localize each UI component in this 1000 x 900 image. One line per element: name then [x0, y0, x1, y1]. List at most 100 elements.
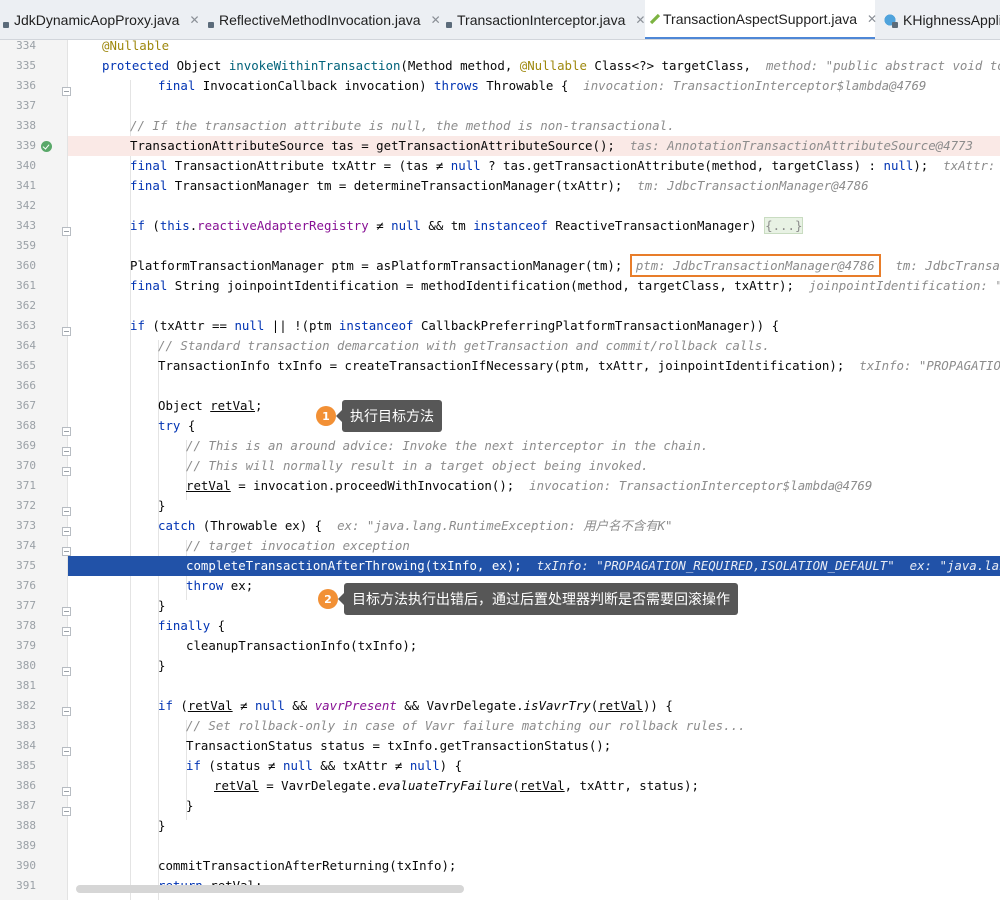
- tab-jdk-dynamic-aop-proxy[interactable]: JdkDynamicAopProxy.java ✕: [0, 0, 205, 39]
- line-number-gutter[interactable]: 334 335 336 337 338 339 340 341 342 343 359 360 361 3…: [0, 39, 71, 900]
- line-number[interactable]: 380: [0, 656, 36, 676]
- current-execution-line[interactable]: completeTransactionAfterThrowing(txInfo,…: [68, 556, 1000, 576]
- breakpoint-verified-icon[interactable]: [41, 141, 52, 152]
- code-line[interactable]: finally {: [68, 616, 1000, 636]
- code-line[interactable]: TransactionStatus status = txInfo.getTra…: [68, 736, 1000, 756]
- code-line[interactable]: }: [68, 816, 1000, 836]
- tab-khighness-application[interactable]: KHighnessApplic: [875, 0, 1000, 39]
- annotation-callout-1: 1 执行目标方法: [316, 400, 442, 432]
- line-number[interactable]: 342: [0, 196, 36, 216]
- annotation-callout-2: 2 目标方法执行出错后，通过后置处理器判断是否需要回滚操作: [318, 583, 738, 615]
- line-number[interactable]: 391: [0, 876, 36, 896]
- tab-transaction-aspect-support[interactable]: TransactionAspectSupport.java ✕: [645, 0, 877, 39]
- line-number[interactable]: 338: [0, 116, 36, 136]
- line-number[interactable]: 384: [0, 736, 36, 756]
- inline-debug-value: txInfo: "PROPAGATION_REQUIRED,ISOLATION_…: [536, 558, 1000, 573]
- code-line[interactable]: retVal = invocation.proceedWithInvocatio…: [68, 476, 1000, 496]
- line-number[interactable]: 373: [0, 516, 36, 536]
- java-class-icon: [883, 13, 898, 28]
- line-number[interactable]: 341: [0, 176, 36, 196]
- line-number[interactable]: 361: [0, 276, 36, 296]
- code-line[interactable]: final TransactionAttribute txAttr = (tas…: [68, 156, 1000, 176]
- line-number[interactable]: 387: [0, 796, 36, 816]
- line-number[interactable]: 376: [0, 576, 36, 596]
- tab-label: JdkDynamicAopProxy.java: [14, 12, 180, 28]
- code-line[interactable]: commitTransactionAfterReturning(txInfo);: [68, 856, 1000, 876]
- code-line[interactable]: // This is an around advice: Invoke the …: [68, 436, 1000, 456]
- code-line[interactable]: // Set rollback-only in case of Vavr fai…: [68, 716, 1000, 736]
- code-line[interactable]: // If the transaction attribute is null,…: [68, 116, 1000, 136]
- code-line[interactable]: @Nullable: [68, 40, 1000, 56]
- line-number[interactable]: 359: [0, 236, 36, 256]
- line-number[interactable]: 378: [0, 616, 36, 636]
- callout-number-badge: 1: [316, 406, 336, 426]
- horizontal-scrollbar[interactable]: [76, 885, 464, 893]
- line-number[interactable]: 367: [0, 396, 36, 416]
- line-number[interactable]: 337: [0, 96, 36, 116]
- tab-transaction-interceptor[interactable]: TransactionInterceptor.java ✕: [443, 0, 645, 39]
- code-line[interactable]: protected Object invokeWithinTransaction…: [68, 56, 1000, 76]
- line-number[interactable]: 374: [0, 536, 36, 556]
- line-number[interactable]: 364: [0, 336, 36, 356]
- line-number[interactable]: 377: [0, 596, 36, 616]
- line-number[interactable]: 369: [0, 436, 36, 456]
- code-line[interactable]: retVal = VavrDelegate.evaluateTryFailure…: [68, 776, 1000, 796]
- close-icon[interactable]: ✕: [189, 13, 199, 27]
- line-number[interactable]: 375: [0, 556, 36, 576]
- breakpoint-line[interactable]: TransactionAttributeSource tas = getTran…: [68, 136, 1000, 156]
- line-number[interactable]: 340: [0, 156, 36, 176]
- code-line[interactable]: try {: [68, 416, 1000, 436]
- code-line[interactable]: if (this.reactiveAdapterRegistry ≠ null …: [68, 216, 1000, 236]
- code-line[interactable]: catch (Throwable ex) { ex: "java.lang.Ru…: [68, 516, 1000, 536]
- line-number[interactable]: 372: [0, 496, 36, 516]
- code-line[interactable]: PlatformTransactionManager ptm = asPlatf…: [68, 254, 1000, 277]
- highlighted-debug-value: ptm: JdbcTransactionManager@4786: [629, 254, 881, 277]
- line-number[interactable]: 368: [0, 416, 36, 436]
- code-line[interactable]: if (status ≠ null && txAttr ≠ null) {: [68, 756, 1000, 776]
- code-line[interactable]: Object retVal;: [68, 396, 1000, 416]
- folded-code-placeholder[interactable]: {...}: [764, 217, 804, 234]
- inline-debug-value: ex: "java.lang.RuntimeException: 用户名不含有K…: [337, 518, 673, 533]
- line-number[interactable]: 379: [0, 636, 36, 656]
- line-number[interactable]: 366: [0, 376, 36, 396]
- tab-label: TransactionInterceptor.java: [457, 12, 626, 28]
- line-number[interactable]: 335: [0, 56, 36, 76]
- line-number[interactable]: 370: [0, 456, 36, 476]
- tab-reflective-method-invocation[interactable]: ReflectiveMethodInvocation.java ✕: [205, 0, 443, 39]
- line-number[interactable]: 386: [0, 776, 36, 796]
- code-line[interactable]: final TransactionManager tm = determineT…: [68, 176, 1000, 196]
- code-line[interactable]: if (retVal ≠ null && vavrPresent && Vavr…: [68, 696, 1000, 716]
- code-line[interactable]: TransactionInfo txInfo = createTransacti…: [68, 356, 1000, 376]
- inline-debug-value: joinpointIdentification: "top.para: [808, 278, 1000, 293]
- line-number[interactable]: 334: [0, 36, 36, 56]
- line-number[interactable]: 371: [0, 476, 36, 496]
- line-number[interactable]: 343: [0, 216, 36, 236]
- code-line[interactable]: }: [68, 656, 1000, 676]
- line-number[interactable]: 385: [0, 756, 36, 776]
- code-line[interactable]: // This will normally result in a target…: [68, 456, 1000, 476]
- line-number[interactable]: 365: [0, 356, 36, 376]
- code-line[interactable]: // Standard transaction demarcation with…: [68, 336, 1000, 356]
- code-line[interactable]: // target invocation exception: [68, 536, 1000, 556]
- close-icon[interactable]: ✕: [635, 13, 645, 27]
- code-line[interactable]: }: [68, 496, 1000, 516]
- line-number[interactable]: 382: [0, 696, 36, 716]
- line-number[interactable]: 381: [0, 676, 36, 696]
- line-number[interactable]: 390: [0, 856, 36, 876]
- line-number[interactable]: 339: [0, 136, 36, 156]
- line-number[interactable]: 362: [0, 296, 36, 316]
- code-line[interactable]: final InvocationCallback invocation) thr…: [68, 76, 1000, 96]
- line-number[interactable]: 383: [0, 716, 36, 736]
- line-number[interactable]: 363: [0, 316, 36, 336]
- close-icon[interactable]: ✕: [431, 13, 441, 27]
- line-number[interactable]: 389: [0, 836, 36, 856]
- code-line[interactable]: cleanupTransactionInfo(txInfo);: [68, 636, 1000, 656]
- line-number[interactable]: 388: [0, 816, 36, 836]
- line-number[interactable]: 336: [0, 76, 36, 96]
- callout-text: 执行目标方法: [336, 400, 442, 432]
- code-line[interactable]: }: [68, 796, 1000, 816]
- line-number[interactable]: 360: [0, 256, 36, 276]
- code-line[interactable]: if (txAttr == null || !(ptm instanceof C…: [68, 316, 1000, 336]
- code-line[interactable]: final String joinpointIdentification = m…: [68, 276, 1000, 296]
- code-editor[interactable]: @Nullable protected Object invokeWithinT…: [68, 40, 1000, 900]
